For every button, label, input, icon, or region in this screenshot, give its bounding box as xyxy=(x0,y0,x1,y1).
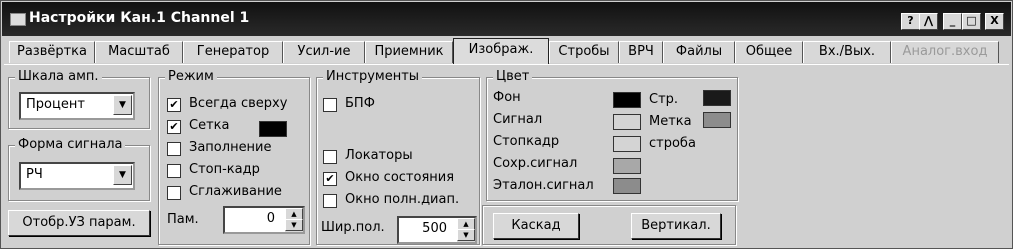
window-title: Настройки Кан.1 Channel 1 xyxy=(29,10,250,26)
amplitude-scale-value: Процент xyxy=(26,97,85,112)
checkbox-box[interactable] xyxy=(323,194,337,208)
color-gate-label: Стр. xyxy=(649,92,679,107)
help-button[interactable]: ? xyxy=(901,13,920,30)
always-on-top-label: Всегда сверху xyxy=(189,96,288,111)
tab-general[interactable]: Общее xyxy=(735,41,803,63)
status-window-label: Окно состояния xyxy=(345,170,455,185)
width-spinner[interactable]: 500 ▲ ▼ xyxy=(397,216,477,244)
checkbox-box[interactable] xyxy=(167,142,181,156)
color-reference-signal-label: Эталон.сигнал xyxy=(493,178,594,193)
color-signal-label: Сигнал xyxy=(493,112,543,127)
signal-shape-legend: Форма сигнала xyxy=(15,137,126,152)
fill-label: Заполнение xyxy=(189,140,272,155)
cascade-button[interactable]: Каскад xyxy=(493,213,579,239)
title-bar[interactable]: Настройки Кан.1 Channel 1 ? ⋀ _ □ X xyxy=(2,2,1011,36)
color-signal-swatch[interactable] xyxy=(613,114,641,130)
memory-label: Пам. xyxy=(167,212,199,227)
checkbox-box[interactable]: ✔ xyxy=(323,172,337,186)
color-reference-signal-swatch[interactable] xyxy=(613,178,641,194)
tab-generator[interactable]: Генератор xyxy=(183,41,283,63)
tab-gain[interactable]: Усил-ие xyxy=(283,41,365,63)
color-freeze-label: Стопкадр xyxy=(493,134,560,149)
tab-tcg[interactable]: ВРЧ xyxy=(619,41,663,63)
tools-group: Инструменты БПФ Локаторы ✔ Окно состояния… xyxy=(316,69,480,245)
signal-shape-group: Форма сигнала РЧ ▼ xyxy=(8,137,150,201)
spinner-buttons: ▲ ▼ xyxy=(285,208,303,232)
minimize-button[interactable]: _ xyxy=(943,13,962,30)
checkbox-box[interactable] xyxy=(323,150,337,164)
mode-group: Режим ✔ Всегда сверху ✔ Сетка Заполнение С… xyxy=(158,69,310,245)
amplitude-scale-select[interactable]: Процент ▼ xyxy=(19,92,135,120)
tab-receiver[interactable]: Приемник xyxy=(365,41,453,63)
color-gate-marker-swatch[interactable] xyxy=(703,112,731,128)
checkbox-box[interactable] xyxy=(167,164,181,178)
width-label: Шир.пол. xyxy=(321,220,385,235)
window-icon xyxy=(10,13,26,26)
amplitude-scale-legend: Шкала амп. xyxy=(15,69,102,84)
color-background-label: Фон xyxy=(493,90,521,105)
freeze-frame-label: Стоп-кадр xyxy=(189,162,260,177)
color-background-swatch[interactable] xyxy=(613,92,641,108)
vertical-button[interactable]: Вертикал. xyxy=(631,213,721,239)
tab-sweep[interactable]: Развёртка xyxy=(9,41,95,63)
checkbox-box[interactable] xyxy=(167,186,181,200)
checkbox-box[interactable]: ✔ xyxy=(167,120,181,134)
color-legend: Цвет xyxy=(493,69,533,84)
tab-gates[interactable]: Стробы xyxy=(549,41,619,63)
display-tab-panel: Шкала амп. Процент ▼ Форма сигнала РЧ ▼ … xyxy=(4,64,1009,247)
tab-io[interactable]: Вх./Вых. xyxy=(803,41,891,63)
checkbox-box[interactable]: ✔ xyxy=(167,98,181,112)
full-range-window-label: Окно полн.диап. xyxy=(345,192,460,207)
memory-value: 0 xyxy=(266,211,275,226)
color-gate-marker-label: Метка xyxy=(649,114,692,129)
tab-scale[interactable]: Масштаб xyxy=(95,41,183,63)
locators-label: Локаторы xyxy=(345,148,413,163)
color-group: Цвет Фон Сигнал Стопкадр Сохр.сигнал Эта… xyxy=(486,69,738,201)
spin-down-icon[interactable]: ▼ xyxy=(457,229,475,241)
color-freeze-swatch[interactable] xyxy=(613,136,641,152)
maximize-button[interactable]: □ xyxy=(962,13,981,30)
fft-label: БПФ xyxy=(345,96,375,111)
settings-window: Настройки Кан.1 Channel 1 ? ⋀ _ □ X Разв… xyxy=(0,0,1013,249)
spinner-buttons: ▲ ▼ xyxy=(457,218,475,242)
mode-legend: Режим xyxy=(165,69,217,84)
tab-analog-input: Аналог.вход xyxy=(891,41,999,63)
pin-button[interactable]: ⋀ xyxy=(919,13,938,30)
signal-shape-select[interactable]: РЧ ▼ xyxy=(19,162,135,190)
chevron-down-icon[interactable]: ▼ xyxy=(113,95,132,115)
checkbox-box[interactable] xyxy=(323,98,337,112)
width-value: 500 xyxy=(422,221,447,236)
tab-files[interactable]: Файлы xyxy=(663,41,735,63)
spin-down-icon[interactable]: ▼ xyxy=(285,219,303,231)
smoothing-label: Сглаживание xyxy=(189,184,282,199)
window-arrange-group: Каскад Вертикал. xyxy=(482,205,736,245)
tab-strip: Развёртка Масштаб Генератор Усил-ие Прие… xyxy=(2,37,1011,64)
color-saved-signal-swatch[interactable] xyxy=(613,158,641,174)
close-button[interactable]: X xyxy=(985,13,1004,30)
grid-color-swatch[interactable] xyxy=(259,121,287,137)
memory-spinner[interactable]: 0 ▲ ▼ xyxy=(223,206,305,234)
grid-label: Сетка xyxy=(189,118,230,133)
chevron-down-icon[interactable]: ▼ xyxy=(113,165,132,185)
tab-display[interactable]: Изображ. xyxy=(453,38,549,64)
signal-shape-value: РЧ xyxy=(26,167,43,182)
show-params-button[interactable]: Отобр.УЗ парам. xyxy=(8,210,150,236)
color-gate-swatch[interactable] xyxy=(703,90,731,106)
color-gate-marker-label-2: строба xyxy=(649,136,696,151)
tools-legend: Инструменты xyxy=(323,69,423,84)
color-saved-signal-label: Сохр.сигнал xyxy=(493,156,578,171)
amplitude-scale-group: Шкала амп. Процент ▼ xyxy=(8,69,150,129)
